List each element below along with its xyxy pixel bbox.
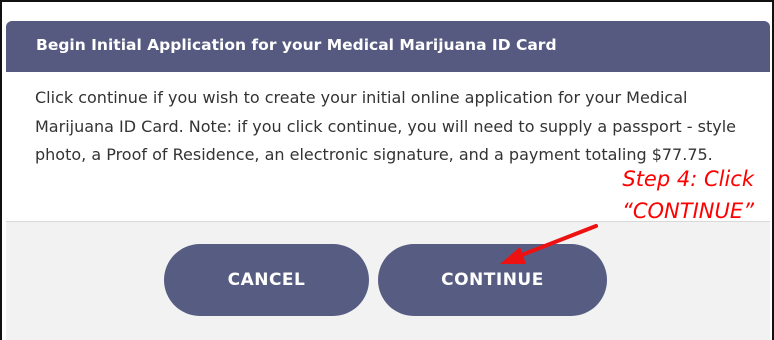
dialog-body-text: Click continue if you wish to create you… xyxy=(35,88,736,165)
annotation-line-2: “CONTINUE” xyxy=(621,199,754,223)
step-annotation: Step 4: Click “CONTINUE” xyxy=(622,163,754,227)
continue-button[interactable]: CONTINUE xyxy=(378,244,607,316)
annotation-line-1: Step 4: Click xyxy=(622,167,754,191)
dialog-title: Begin Initial Application for your Medic… xyxy=(36,36,557,54)
dialog-header: Begin Initial Application for your Medic… xyxy=(6,21,770,72)
cancel-button[interactable]: CANCEL xyxy=(164,244,369,316)
